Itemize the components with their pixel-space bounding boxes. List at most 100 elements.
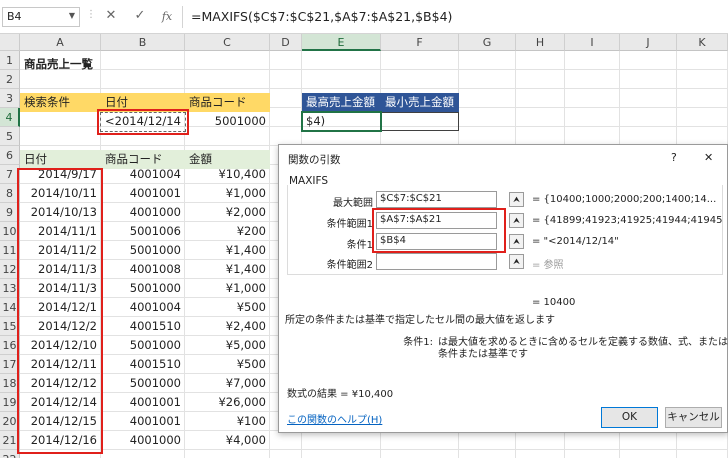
cell-c11[interactable]: ¥1,400 xyxy=(185,241,270,260)
function-help-link[interactable]: この関数のヘルプ(H) xyxy=(287,411,382,426)
column-header-k[interactable]: K xyxy=(677,34,728,51)
row-header-11[interactable]: 11 xyxy=(0,241,20,260)
cell-b15[interactable]: 4001510 xyxy=(101,317,185,336)
cell-b11[interactable]: 5001000 xyxy=(101,241,185,260)
column-header-a[interactable]: A xyxy=(20,34,101,51)
cell-b10[interactable]: 5001006 xyxy=(101,222,185,241)
cell-a1[interactable]: 商品売上一覧 xyxy=(20,55,140,74)
cell-f3[interactable]: 最小売上金額 xyxy=(381,93,459,112)
row-header-10[interactable]: 10 xyxy=(0,222,20,241)
cell-a14[interactable]: 2014/12/1 xyxy=(20,298,101,317)
column-header-c[interactable]: C xyxy=(185,34,270,51)
row-header-6[interactable]: 6 xyxy=(0,146,20,165)
row-header-20[interactable]: 20 xyxy=(0,412,20,431)
row-header-19[interactable]: 19 xyxy=(0,393,20,412)
row-header-1[interactable]: 1 xyxy=(0,51,20,70)
cell-c14[interactable]: ¥500 xyxy=(185,298,270,317)
column-header-j[interactable]: J xyxy=(620,34,677,51)
row-header-15[interactable]: 15 xyxy=(0,317,20,336)
cell-c18[interactable]: ¥7,000 xyxy=(185,374,270,393)
insert-function-button[interactable]: fx xyxy=(158,10,176,23)
collapse-dialog-icon[interactable]: ⮝ xyxy=(509,234,524,249)
cell-c15[interactable]: ¥2,400 xyxy=(185,317,270,336)
cell-a16[interactable]: 2014/12/10 xyxy=(20,336,101,355)
row-header-5[interactable]: 5 xyxy=(0,127,20,146)
cell-b16[interactable]: 5001000 xyxy=(101,336,185,355)
row-header-14[interactable]: 14 xyxy=(0,298,20,317)
row-header-8[interactable]: 8 xyxy=(0,184,20,203)
help-icon[interactable]: ? xyxy=(671,151,677,164)
cell-a21[interactable]: 2014/12/16 xyxy=(20,431,101,450)
column-header-h[interactable]: H xyxy=(516,34,565,51)
name-box[interactable]: B4 ▼ xyxy=(2,7,80,27)
cell-b7[interactable]: 4001004 xyxy=(101,165,185,184)
collapse-dialog-icon[interactable]: ⮝ xyxy=(509,213,524,228)
cancel-formula-button[interactable]: ✕ xyxy=(102,8,120,23)
criteria-range1-input[interactable]: $A$7:$A$21 xyxy=(376,212,497,229)
column-header-g[interactable]: G xyxy=(459,34,516,51)
cell-c4[interactable]: 5001000 xyxy=(185,112,270,131)
column-header-i[interactable]: I xyxy=(565,34,620,51)
cell-a11[interactable]: 2014/11/2 xyxy=(20,241,101,260)
cell-a19[interactable]: 2014/12/14 xyxy=(20,393,101,412)
cell-c19[interactable]: ¥26,000 xyxy=(185,393,270,412)
cell-c9[interactable]: ¥2,000 xyxy=(185,203,270,222)
cell-a18[interactable]: 2014/12/12 xyxy=(20,374,101,393)
cell-b13[interactable]: 5001000 xyxy=(101,279,185,298)
row-header-3[interactable]: 3 xyxy=(0,89,20,108)
row-header-12[interactable]: 12 xyxy=(0,260,20,279)
row-header-16[interactable]: 16 xyxy=(0,336,20,355)
cell-b12[interactable]: 4001008 xyxy=(101,260,185,279)
cell-c17[interactable]: ¥500 xyxy=(185,355,270,374)
criteria1-input[interactable]: $B$4 xyxy=(376,233,497,250)
row-header-21[interactable]: 21 xyxy=(0,431,20,450)
row-header-4[interactable]: 4 xyxy=(0,108,20,127)
cell-a8[interactable]: 2014/10/11 xyxy=(20,184,101,203)
column-header-d[interactable]: D xyxy=(270,34,302,51)
cell-b3[interactable]: 日付 xyxy=(101,93,185,112)
cell-a9[interactable]: 2014/10/13 xyxy=(20,203,101,222)
collapse-dialog-icon[interactable]: ⮝ xyxy=(509,254,524,269)
cell-a3[interactable]: 検索条件 xyxy=(20,93,101,112)
cell-b21[interactable]: 4001000 xyxy=(101,431,185,450)
cell-b9[interactable]: 4001000 xyxy=(101,203,185,222)
cell-c16[interactable]: ¥5,000 xyxy=(185,336,270,355)
cell-c10[interactable]: ¥200 xyxy=(185,222,270,241)
cell-a17[interactable]: 2014/12/11 xyxy=(20,355,101,374)
cell-b8[interactable]: 4001001 xyxy=(101,184,185,203)
cell-a10[interactable]: 2014/11/1 xyxy=(20,222,101,241)
cell-b18[interactable]: 5001000 xyxy=(101,374,185,393)
enter-formula-button[interactable]: ✓ xyxy=(131,8,149,23)
row-header-22[interactable]: 22 xyxy=(0,450,20,458)
cell-b19[interactable]: 4001001 xyxy=(101,393,185,412)
cell-c13[interactable]: ¥1,000 xyxy=(185,279,270,298)
cell-e3[interactable]: 最高売上金額 xyxy=(302,93,381,112)
cell-b14[interactable]: 4001004 xyxy=(101,298,185,317)
column-header-b[interactable]: B xyxy=(101,34,185,51)
row-header-17[interactable]: 17 xyxy=(0,355,20,374)
column-header-e[interactable]: E xyxy=(302,34,381,51)
cell-b20[interactable]: 4001001 xyxy=(101,412,185,431)
row-header-9[interactable]: 9 xyxy=(0,203,20,222)
cell-c8[interactable]: ¥1,000 xyxy=(185,184,270,203)
formula-input[interactable]: =MAXIFS($C$7:$C$21,$A$7:$A$21,$B$4) xyxy=(191,9,452,24)
cell-a12[interactable]: 2014/11/3 xyxy=(20,260,101,279)
cell-a20[interactable]: 2014/12/15 xyxy=(20,412,101,431)
close-icon[interactable]: ✕ xyxy=(704,151,713,164)
row-header-13[interactable]: 13 xyxy=(0,279,20,298)
chevron-down-icon[interactable]: ▼ xyxy=(69,11,75,20)
cell-c3[interactable]: 商品コード xyxy=(185,93,270,112)
select-all-corner[interactable] xyxy=(0,34,20,51)
row-header-7[interactable]: 7 xyxy=(0,165,20,184)
cell-a15[interactable]: 2014/12/2 xyxy=(20,317,101,336)
ok-button[interactable]: OK xyxy=(601,407,658,428)
cell-c21[interactable]: ¥4,000 xyxy=(185,431,270,450)
cell-a7[interactable]: 2014/9/17 xyxy=(20,165,101,184)
cell-a13[interactable]: 2014/11/3 xyxy=(20,279,101,298)
cell-c12[interactable]: ¥1,400 xyxy=(185,260,270,279)
max-range-input[interactable]: $C$7:$C$21 xyxy=(376,191,497,208)
cancel-button[interactable]: キャンセル xyxy=(665,407,722,428)
row-header-18[interactable]: 18 xyxy=(0,374,20,393)
criteria-range2-input[interactable] xyxy=(376,253,497,270)
cell-c20[interactable]: ¥100 xyxy=(185,412,270,431)
